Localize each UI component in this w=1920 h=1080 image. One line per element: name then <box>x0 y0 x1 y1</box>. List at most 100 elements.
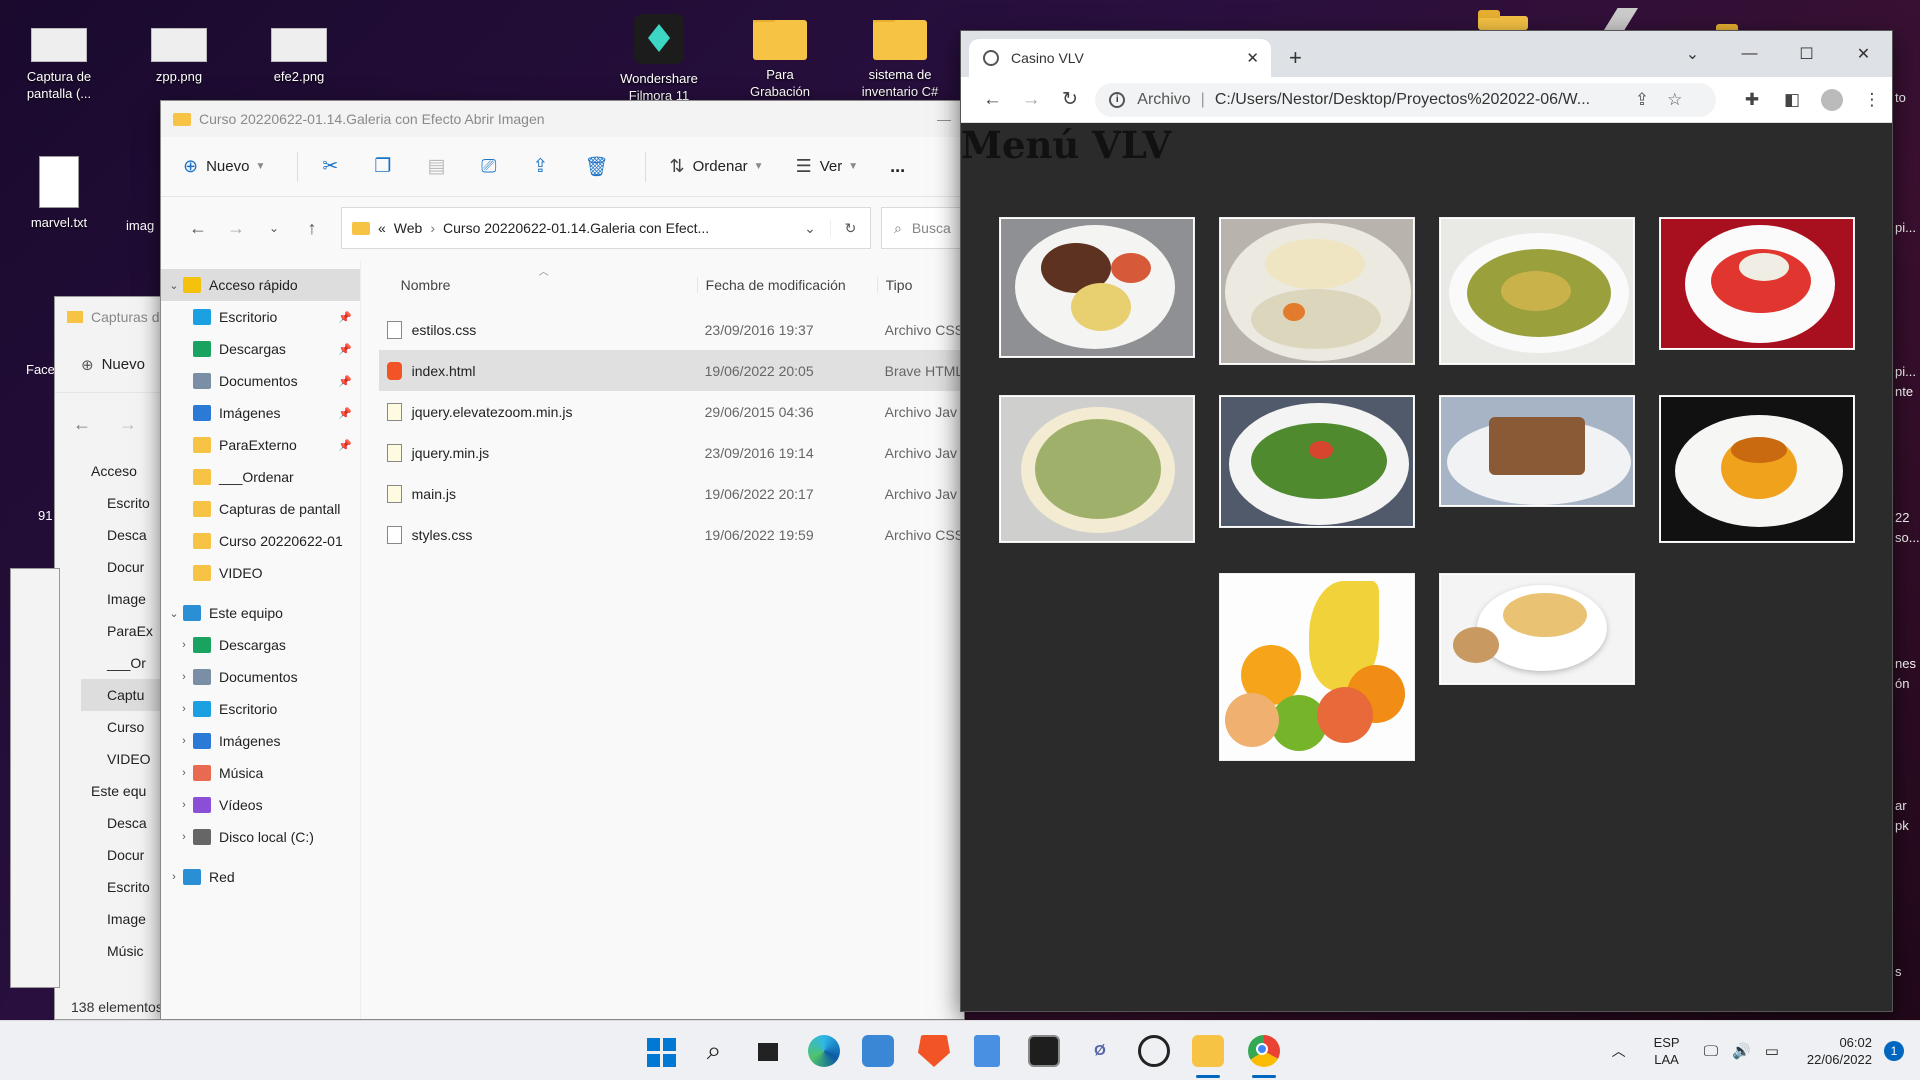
bookmark-star-icon[interactable]: ☆ <box>1667 90 1682 110</box>
nav-item[interactable]: VIDEO <box>161 557 360 589</box>
cut-icon[interactable]: ✂ <box>322 155 338 178</box>
new-button[interactable]: ⊕ Nuevo ▼ <box>183 156 265 177</box>
chrome-browser-icon[interactable] <box>1248 1035 1280 1067</box>
url-text[interactable]: C:/Users/Nestor/Desktop/Proyectos%202022… <box>1215 91 1625 109</box>
terminal-icon[interactable] <box>1028 1035 1060 1067</box>
chevron-down-icon[interactable]: ⌄ <box>165 279 183 292</box>
chevron-right-icon[interactable]: › <box>175 671 193 683</box>
gallery-photo-cabbage-salad[interactable] <box>999 395 1195 543</box>
volume-icon[interactable]: 🔊 <box>1732 1042 1751 1060</box>
gallery-photo-flan[interactable] <box>1659 395 1855 543</box>
search-input[interactable]: ⌕ Busca <box>881 207 964 249</box>
close-window-icon[interactable]: ✕ <box>1835 44 1892 64</box>
share-icon[interactable]: ⇪ <box>1635 90 1649 110</box>
nav-item[interactable]: › Escritorio <box>161 693 360 725</box>
desktop-icon-inventario[interactable]: sistema de inventario C# <box>855 20 945 100</box>
nav-item[interactable]: › Música <box>161 757 360 789</box>
start-windows-icon[interactable] <box>644 1035 676 1067</box>
nav-item[interactable]: › Disco local (C:) <box>161 821 360 853</box>
share-icon[interactable]: ⇪ <box>532 155 548 178</box>
breadcrumb-overflow[interactable]: « <box>378 220 386 236</box>
nav-item[interactable]: ParaExterno 📌 <box>161 429 360 461</box>
more-options-button[interactable]: ... <box>890 156 905 177</box>
nav-item[interactable]: Descargas 📌 <box>161 333 360 365</box>
nav-item[interactable]: Imágenes 📌 <box>161 397 360 429</box>
rename-icon[interactable]: ⎚ <box>481 156 496 178</box>
nav-item[interactable]: Documentos 📌 <box>161 365 360 397</box>
nav-item[interactable]: Capturas de pantall <box>161 493 360 525</box>
file-row[interactable]: jquery.elevatezoom.min.js 29/06/2015 04:3… <box>379 391 964 432</box>
desktop-icon-filmora[interactable]: Wondershare Filmora 11 <box>614 14 704 100</box>
paste-icon[interactable]: ▤ <box>427 155 445 178</box>
chevron-right-icon[interactable]: › <box>175 639 193 651</box>
view-button[interactable]: ☰ Ver ▼ <box>796 156 859 177</box>
desktop-icon-zpp[interactable]: zpp.png <box>134 28 224 85</box>
chevron-up-icon[interactable]: ︿ <box>1612 1041 1626 1061</box>
file-row[interactable]: estilos.css 23/09/2016 19:37 Archivo CSS <box>379 309 964 350</box>
desktop-icon-efe2[interactable]: efe2.png <box>254 28 344 85</box>
gallery-photo-fruit-bowl[interactable] <box>1219 573 1415 761</box>
nav-item[interactable]: ⌄ Acceso rápido <box>161 269 360 301</box>
control-panel-icon[interactable] <box>862 1035 894 1067</box>
file-explorer-icon[interactable] <box>1192 1035 1224 1067</box>
nav-item[interactable]: Escritorio 📌 <box>161 301 360 333</box>
chevron-right-icon[interactable]: › <box>175 735 193 747</box>
desktop-icon-screenshot[interactable]: Captura de pantalla (... <box>14 28 104 102</box>
search-icon[interactable]: ⌕ <box>698 1035 730 1067</box>
new-button[interactable]: Nuevo <box>102 356 145 373</box>
maximize-icon[interactable]: ☐ <box>1778 44 1835 64</box>
breadcrumb-item[interactable]: Web <box>394 220 423 236</box>
delete-icon[interactable]: 🗑 <box>584 155 608 179</box>
minimize-icon[interactable]: — <box>924 111 964 127</box>
nav-item[interactable]: › Descargas <box>161 629 360 661</box>
gallery-photo-lasagna[interactable] <box>1439 395 1635 507</box>
file-row[interactable]: jquery.min.js 23/09/2016 19:14 Archivo Jav <box>379 432 964 473</box>
chevron-down-icon[interactable]: ⌄ <box>790 220 830 237</box>
column-name[interactable]: Nombre <box>379 277 697 293</box>
recent-locations-icon[interactable]: ⌄ <box>255 221 293 235</box>
notification-badge[interactable]: 1 <box>1884 1041 1904 1061</box>
file-explorer-window[interactable]: Curso 20220622-01.14.Galeria con Efecto … <box>160 100 965 1020</box>
nav-item[interactable]: ⌄ Este equipo <box>161 597 360 629</box>
up-arrow-icon[interactable]: ↑ <box>293 218 331 239</box>
more-menu-icon[interactable]: ⋮ <box>1852 90 1892 110</box>
sort-button[interactable]: ⇅ Ordenar ▼ <box>670 156 764 177</box>
chevron-right-icon[interactable]: › <box>175 799 193 811</box>
network-icon[interactable]: 🖵 <box>1704 1043 1718 1060</box>
nav-item[interactable]: › Red <box>161 861 360 893</box>
forward-arrow-icon[interactable]: → <box>217 218 255 239</box>
clock[interactable]: 06:02 22/06/2022 <box>1807 1034 1872 1068</box>
chevron-right-icon[interactable]: › <box>165 871 183 883</box>
chevron-down-icon[interactable]: ⌄ <box>165 607 183 620</box>
address-bar[interactable]: « Web › Curso 20220622-01.14.Galeria con… <box>341 207 871 249</box>
extensions-puzzle-icon[interactable]: ✚ <box>1732 90 1772 110</box>
column-date[interactable]: Fecha de modificación <box>696 277 877 293</box>
notepad-icon[interactable] <box>974 1035 1000 1067</box>
background-explorer-window-2[interactable] <box>10 568 60 988</box>
brave-browser-icon[interactable] <box>918 1035 950 1067</box>
gallery-photo-soup-bread[interactable] <box>1439 573 1635 685</box>
gallery-photo-tomato-salad[interactable] <box>1659 217 1855 350</box>
file-row[interactable]: index.html 19/06/2022 20:05 Brave HTML <box>378 350 964 391</box>
browser-window[interactable]: Casino VLV ✕ + ⌄ — ☐ ✕ ← → ↻ i Archivo |… <box>960 30 1893 1012</box>
address-bar[interactable]: i Archivo | C:/Users/Nestor/Desktop/Proy… <box>1095 82 1716 117</box>
browser-tab[interactable]: Casino VLV ✕ <box>969 39 1271 77</box>
app-icon[interactable]: Ø <box>1084 1035 1116 1067</box>
nav-item[interactable]: › Documentos <box>161 661 360 693</box>
chevron-right-icon[interactable]: › <box>175 831 193 843</box>
chevron-right-icon[interactable]: › <box>175 767 193 779</box>
reload-icon[interactable]: ↻ <box>1051 88 1090 111</box>
breadcrumb-item[interactable]: Curso 20220622-01.14.Galeria con Efect..… <box>443 220 709 236</box>
chevron-right-icon[interactable]: › <box>175 703 193 715</box>
file-row[interactable]: styles.css 19/06/2022 19:59 Archivo CSS <box>379 514 964 555</box>
copy-icon[interactable]: ❐ <box>374 155 391 178</box>
back-arrow-icon[interactable]: ← <box>973 89 1012 111</box>
gallery-photo-zucchini-dish[interactable] <box>1439 217 1635 365</box>
profile-avatar-icon[interactable] <box>1821 88 1843 111</box>
back-arrow-icon[interactable]: ← <box>73 414 91 435</box>
back-arrow-icon[interactable]: ← <box>179 218 217 239</box>
app-circle-icon[interactable] <box>1138 1035 1170 1067</box>
edge-browser-icon[interactable] <box>808 1035 840 1067</box>
new-tab-icon[interactable]: + <box>1289 45 1302 71</box>
side-panel-icon[interactable]: ◧ <box>1772 90 1812 110</box>
